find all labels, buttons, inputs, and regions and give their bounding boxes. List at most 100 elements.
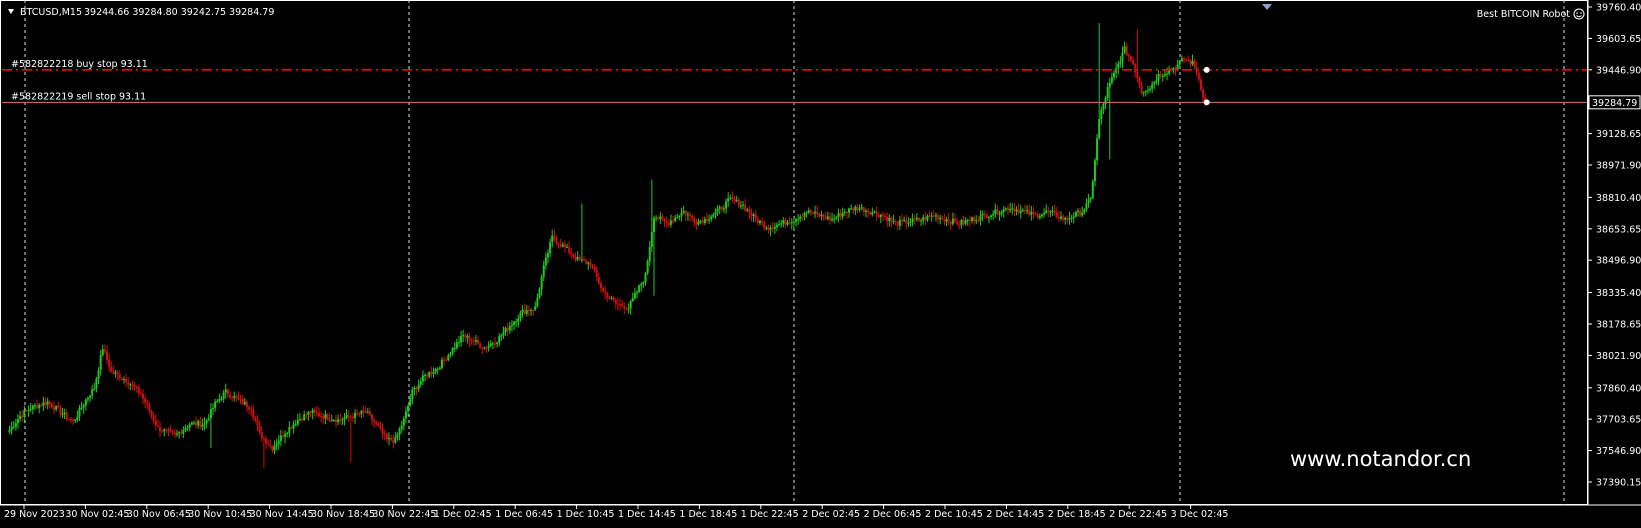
- price-tick-label: 38810.40: [1596, 193, 1641, 204]
- candle-body: [881, 214, 884, 216]
- candle-body: [265, 438, 268, 444]
- candle-body: [1076, 210, 1079, 212]
- candle-body: [786, 222, 789, 225]
- candle-body: [771, 227, 774, 229]
- candle-body: [46, 401, 49, 405]
- ohlc-values: 39244.66 39284.80 39242.75 39284.79: [84, 7, 274, 18]
- candle-body: [553, 235, 556, 240]
- symbol-timeframe: BTCUSD,M15: [20, 7, 82, 18]
- candle-body: [483, 347, 486, 349]
- candle-body: [296, 420, 299, 425]
- price-tick-label: 38971.90: [1596, 161, 1641, 172]
- candle-body: [390, 437, 393, 441]
- time-tick-label: 30 Nov 06:45: [127, 509, 191, 520]
- expert-advisor-label[interactable]: Best BITCOIN Robot: [1477, 8, 1585, 20]
- candle-body: [432, 372, 435, 374]
- candle-body: [1127, 54, 1130, 57]
- candle-body: [394, 437, 397, 443]
- candle-body: [267, 443, 270, 445]
- candle-body: [917, 217, 920, 221]
- candle-body: [1144, 91, 1147, 93]
- candle-body: [814, 211, 817, 214]
- candle-body: [19, 415, 22, 420]
- candle-body: [496, 342, 499, 344]
- candle-body: [1038, 216, 1041, 218]
- candle-body: [101, 349, 104, 356]
- candle-body: [419, 381, 422, 385]
- candle-body: [1045, 210, 1048, 213]
- candle-body: [1176, 64, 1179, 70]
- candle-body: [763, 222, 766, 228]
- candle-body: [1193, 60, 1196, 68]
- candle-body: [407, 405, 410, 412]
- candle-body: [680, 212, 683, 217]
- candle-body: [294, 424, 297, 426]
- candle-body: [254, 417, 257, 421]
- candle-body: [530, 309, 533, 312]
- candle-body: [106, 351, 109, 360]
- candle-body: [1104, 97, 1107, 104]
- price-tick-label: 38178.65: [1596, 319, 1641, 330]
- candle-body: [559, 244, 562, 247]
- candle-body: [612, 297, 615, 301]
- candle-body: [40, 404, 43, 406]
- candle-body: [597, 276, 600, 284]
- candle-body: [903, 219, 906, 221]
- candle-body: [860, 207, 863, 209]
- candle-body: [1057, 217, 1060, 219]
- candle-body: [1202, 89, 1205, 98]
- candle-body: [1034, 213, 1037, 215]
- candle-body: [364, 411, 367, 413]
- candle-body: [173, 432, 176, 435]
- candle-body: [894, 220, 897, 222]
- trading-chart[interactable]: #582822218 buy stop 93.11 #582822219 sell…: [0, 0, 1641, 528]
- candle-body: [356, 412, 359, 414]
- candle-body: [80, 407, 83, 409]
- candle-body: [315, 411, 318, 414]
- order-marker-icon[interactable]: [1203, 66, 1210, 73]
- candle-body: [1093, 160, 1096, 182]
- candle-body: [1062, 216, 1065, 220]
- candle-body: [862, 207, 865, 213]
- candle-body: [114, 372, 117, 374]
- candle-body: [1189, 60, 1192, 65]
- candle-body: [754, 214, 757, 219]
- candle-body: [966, 220, 969, 222]
- candle-body: [648, 247, 651, 262]
- candle-body: [1004, 208, 1007, 210]
- candle-body: [563, 244, 566, 248]
- candle-body: [415, 387, 418, 390]
- candle-body: [956, 221, 959, 225]
- candle-body: [318, 413, 321, 416]
- candle-body: [1074, 211, 1077, 217]
- candle-body: [627, 308, 630, 310]
- candle-body: [281, 435, 284, 437]
- candle-body: [587, 262, 590, 264]
- candle-body: [345, 415, 348, 418]
- candle-body: [1098, 118, 1101, 139]
- candle-body: [284, 433, 287, 437]
- candle-body: [1132, 60, 1135, 64]
- time-tick-label: 2 Dec 14:45: [986, 509, 1044, 520]
- candle-body: [807, 210, 810, 213]
- candle-body: [884, 215, 887, 217]
- candle-body: [801, 216, 804, 218]
- candle-body: [1197, 72, 1200, 80]
- current-price-marker: 39284.79: [1588, 95, 1641, 110]
- candle-body: [939, 217, 942, 220]
- candle-body: [322, 416, 325, 419]
- candle-body: [1108, 82, 1111, 88]
- candle-body: [716, 208, 719, 212]
- candle-body: [48, 401, 51, 404]
- candle-body: [527, 310, 530, 312]
- time-tick-label: 30 Nov 22:45: [372, 509, 436, 520]
- candle-body: [298, 419, 301, 421]
- candle-body: [722, 208, 725, 210]
- candle-body: [360, 410, 363, 414]
- order-marker-icon[interactable]: [1203, 99, 1210, 106]
- candle-body: [731, 197, 734, 199]
- candle-body: [186, 427, 189, 429]
- candle-body: [792, 221, 795, 223]
- time-tick-label: 1 Dec 02:45: [434, 509, 492, 520]
- candle-body: [125, 378, 128, 383]
